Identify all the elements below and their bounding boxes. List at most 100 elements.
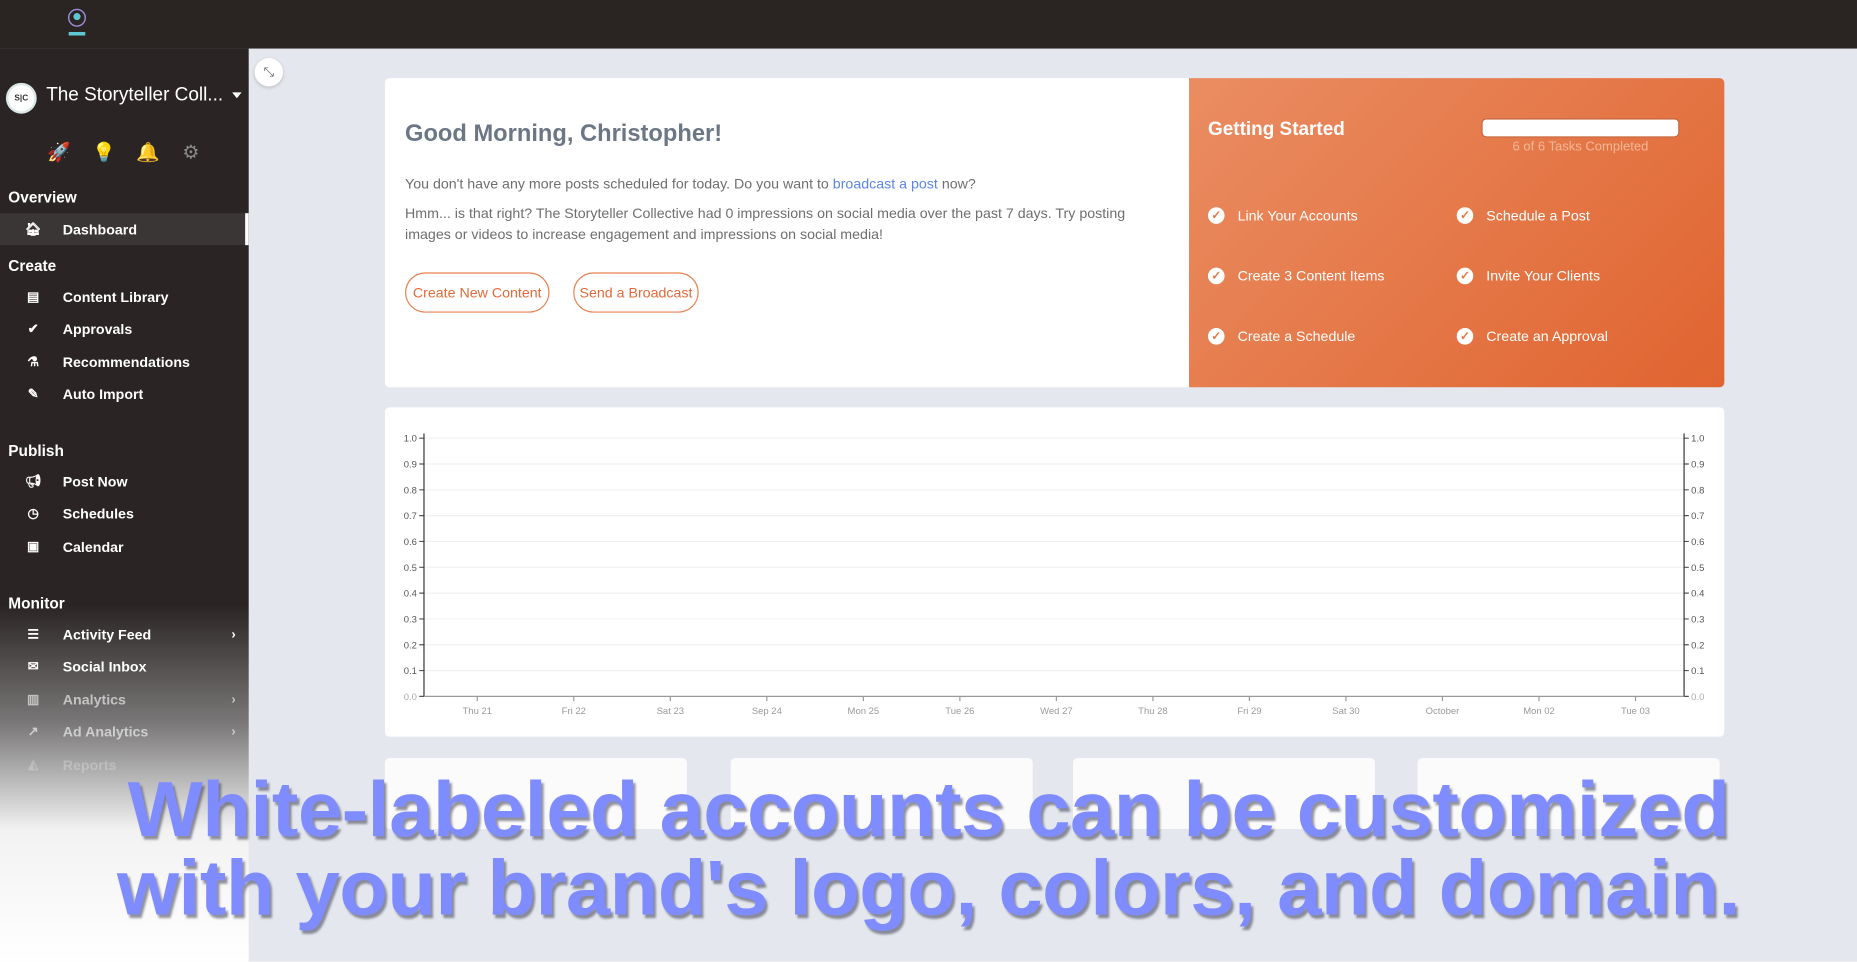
chevron-right-icon: › xyxy=(231,627,236,642)
task-label: Schedule a Post xyxy=(1486,207,1590,224)
check-circle-icon: ✓ xyxy=(1456,207,1474,224)
getting-started-panel: Getting Started 6 of 6 Tasks Completed ✓… xyxy=(1189,78,1725,388)
task-label: Create 3 Content Items xyxy=(1237,267,1385,285)
lightbulb-icon[interactable]: 💡 xyxy=(92,141,116,165)
task-item[interactable]: ✓ Schedule a Post xyxy=(1456,207,1590,224)
bell-icon[interactable]: 🔔 xyxy=(136,141,160,165)
message-text: You don't have any more posts scheduled … xyxy=(405,175,833,192)
check-circle-icon: ✓ xyxy=(1207,328,1225,345)
sidebar-item-label: Analytics xyxy=(62,691,126,708)
x-tick-label: Tue 03 xyxy=(1621,706,1650,717)
y-tick-label: 0.9 xyxy=(404,460,417,471)
expand-icon[interactable]: ⤡ xyxy=(254,58,284,87)
broadcast-link[interactable]: broadcast a post xyxy=(833,175,938,192)
y-tick-label-right: 0.6 xyxy=(1691,537,1704,548)
task-item[interactable]: ✓ Create an Approval xyxy=(1456,328,1608,345)
megaphone-icon: 📢︎ xyxy=(24,474,42,490)
sidebar-item-approvals[interactable]: ✔ Approvals xyxy=(0,313,245,345)
line-chart-icon: ↗ xyxy=(27,724,39,740)
x-tick-label: Thu 21 xyxy=(463,706,492,717)
sidebar-item-label: Recommendations xyxy=(62,353,190,371)
check-circle-icon: ✓ xyxy=(1456,267,1474,285)
y-tick-label-right: 0.7 xyxy=(1691,511,1704,522)
x-tick-label: October xyxy=(1426,706,1460,717)
chevron-right-icon: › xyxy=(231,724,236,739)
sidebar-item-recommendations[interactable]: ⚗ Recommendations xyxy=(0,346,245,378)
sidebar-item-label: Auto Import xyxy=(62,385,144,403)
gear-icon[interactable]: ⚙ xyxy=(182,141,199,165)
section-overview: Overview xyxy=(8,188,77,207)
account-avatar[interactable]: S|C xyxy=(5,82,37,114)
check-circle-icon: ✓ xyxy=(1207,207,1225,224)
x-tick-label: Fri 22 xyxy=(562,706,586,717)
top-bar xyxy=(0,0,1857,49)
sidebar-item-label: Calendar xyxy=(62,538,124,555)
sidebar-item-activity-feed[interactable]: ☰ Activity Feed › xyxy=(0,618,245,650)
y-tick-label: 0.6 xyxy=(404,537,417,548)
chevron-right-icon: › xyxy=(231,692,236,707)
y-tick-label: 0.2 xyxy=(404,640,417,651)
y-tick-label: 0.5 xyxy=(404,563,417,574)
sidebar-item-auto-import[interactable]: ✎ Auto Import xyxy=(0,378,245,410)
sidebar-item-label: Activity Feed xyxy=(62,625,152,643)
check-circle-icon: ✓ xyxy=(1456,328,1474,345)
rocket-icon[interactable]: 🚀 xyxy=(47,141,71,165)
sidebar-item-content-library[interactable]: ▤ Content Library xyxy=(0,281,245,313)
getting-started-title: Getting Started xyxy=(1207,119,1345,140)
task-item[interactable]: ✓ Create a Schedule xyxy=(1207,328,1356,345)
sidebar-item-post-now[interactable]: 📢︎ Post Now xyxy=(0,465,245,497)
caption-line-2: with your brand's logo, colors, and doma… xyxy=(116,843,1741,931)
impressions-chart-card: 0.0 0.0 0.1 0.1 0.2 0.2 0.3 0.3 0.4 0.4 0.5 0.5 0.6 0… xyxy=(384,407,1725,737)
sidebar-item-label: Schedules xyxy=(62,505,134,522)
y-tick-label-right: 0.1 xyxy=(1691,666,1704,677)
y-tick-label-right: 0.9 xyxy=(1691,460,1704,471)
y-tick-label-right: 0.5 xyxy=(1691,563,1704,574)
clock-icon: ◷ xyxy=(27,506,39,522)
x-tick-label: Mon 02 xyxy=(1523,706,1555,717)
caret-down-icon[interactable] xyxy=(232,92,242,99)
task-item[interactable]: ✓ Link Your Accounts xyxy=(1207,207,1358,224)
y-tick-label: 0.3 xyxy=(404,614,417,625)
sidebar-item-schedules[interactable]: ◷ Schedules xyxy=(0,497,245,529)
x-tick-label: Sep 24 xyxy=(752,706,782,717)
progress-fill xyxy=(1482,119,1679,137)
sidebar-item-calendar[interactable]: ▣ Calendar xyxy=(0,531,245,563)
task-label: Invite Your Clients xyxy=(1486,267,1601,285)
y-tick-label-right: 0.3 xyxy=(1691,614,1704,625)
welcome-card: Good Morning, Christopher! You don't hav… xyxy=(384,78,1190,388)
sidebar-item-ad-analytics[interactable]: ↗ Ad Analytics › xyxy=(0,715,245,747)
y-tick-label: 1.0 xyxy=(404,434,417,445)
promo-caption: White-labeled accounts can be customized… xyxy=(0,770,1857,926)
y-tick-label: 0.4 xyxy=(404,589,417,600)
sidebar-item-label: Content Library xyxy=(62,288,169,305)
task-item[interactable]: ✓ Invite Your Clients xyxy=(1456,267,1601,285)
message-text: now? xyxy=(937,175,976,192)
task-label: Create an Approval xyxy=(1486,328,1608,345)
y-tick-label: 0.0 xyxy=(404,692,417,703)
check-circle-icon: ✓ xyxy=(1207,267,1225,285)
task-label: Create a Schedule xyxy=(1237,328,1356,345)
flask-icon: ⚗ xyxy=(27,355,40,370)
section-create: Create xyxy=(8,256,57,275)
brand-logo[interactable] xyxy=(64,6,90,42)
x-tick-label: Sat 30 xyxy=(1332,706,1359,717)
task-item[interactable]: ✓ Create 3 Content Items xyxy=(1207,267,1385,285)
x-tick-label: Wed 27 xyxy=(1040,706,1072,717)
section-monitor: Monitor xyxy=(8,594,65,613)
y-tick-label-right: 0.0 xyxy=(1691,692,1704,703)
sidebar-item-dashboard[interactable]: 🏠︎ Dashboard xyxy=(0,213,249,246)
sidebar-item-analytics[interactable]: ▥ Analytics › xyxy=(0,683,245,715)
section-publish: Publish xyxy=(8,441,64,460)
image-file-icon: ▤ xyxy=(26,290,40,305)
impressions-chart: 0.0 0.0 0.1 0.1 0.2 0.2 0.3 0.3 0.4 0.4 0.5 0.5 0.6 0… xyxy=(404,433,1704,717)
account-switcher[interactable]: The Storyteller Coll... xyxy=(46,85,223,106)
y-tick-label-right: 0.8 xyxy=(1691,485,1704,496)
magic-wand-icon: ✎ xyxy=(27,387,39,402)
sidebar-item-label: Dashboard xyxy=(62,220,138,238)
task-label: Link Your Accounts xyxy=(1237,207,1358,224)
sidebar-item-social-inbox[interactable]: ✉ Social Inbox xyxy=(0,650,245,682)
create-new-content-button[interactable]: Create New Content xyxy=(405,272,550,313)
send-broadcast-button[interactable]: Send a Broadcast xyxy=(573,272,699,313)
app-window: S|C The Storyteller Coll... 🚀 💡 🔔 ⚙ Over… xyxy=(0,0,1857,962)
y-tick-label: 0.7 xyxy=(404,511,417,522)
